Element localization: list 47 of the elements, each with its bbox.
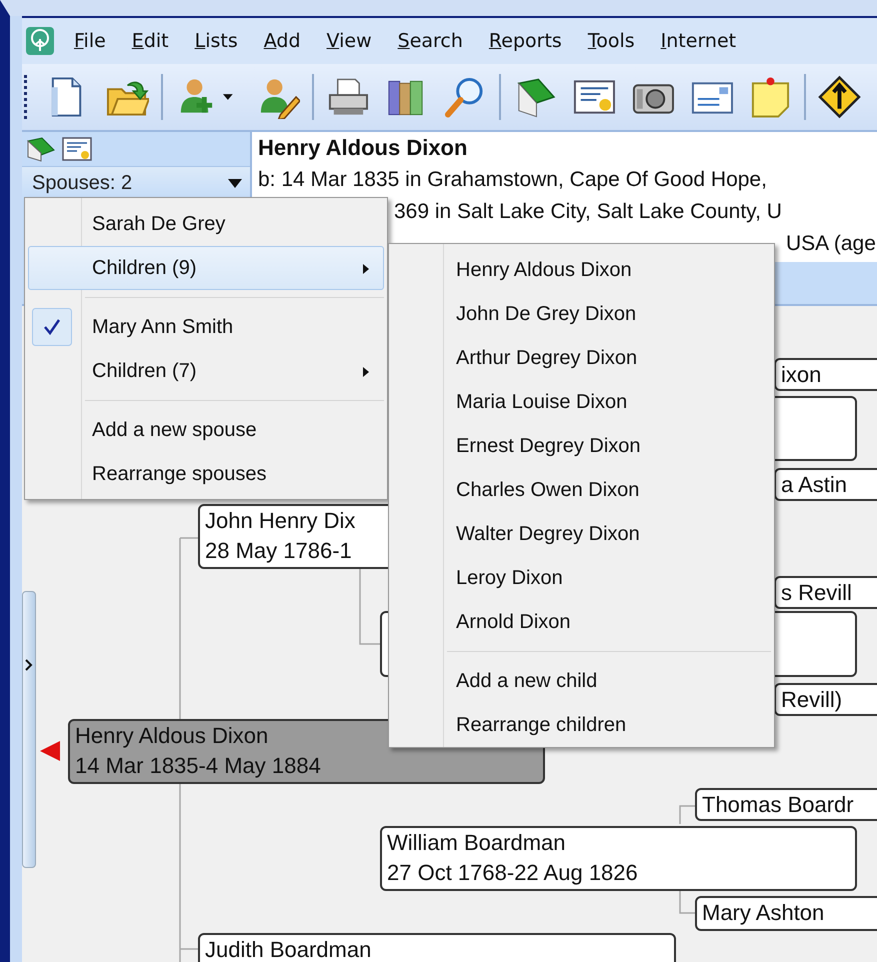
person-node[interactable]: s Revill <box>774 576 877 609</box>
menu-item[interactable]: Arthur Degrey Dixon <box>392 336 771 380</box>
connector-line <box>679 805 695 824</box>
person-node[interactable]: Revill) <box>774 683 877 716</box>
menu-item[interactable]: Henry Aldous Dixon <box>392 248 771 292</box>
menu-item[interactable]: Rearrange spouses <box>28 452 384 496</box>
chevron-right-icon[interactable] <box>25 658 33 670</box>
selected-marker-icon <box>40 741 60 761</box>
person-node[interactable]: Mary Ashton <box>695 896 877 931</box>
menu-item[interactable]: Tools <box>588 30 635 52</box>
person-name: Henry Aldous Dixon <box>258 134 468 162</box>
person-detail: b: 14 Mar 1835 in Grahamstown, Cape Of Good Hope, <box>258 167 767 193</box>
person-node[interactable]: ixon <box>774 358 877 391</box>
submenu-arrow-icon <box>363 367 369 377</box>
book-icon[interactable] <box>26 136 56 162</box>
connector-line <box>679 891 695 914</box>
person-detail: USA (age <box>786 231 876 257</box>
menu-item[interactable]: Lists <box>194 30 238 52</box>
menu-item[interactable]: Reports <box>488 30 562 52</box>
menu-item[interactable]: View <box>326 30 372 52</box>
menu-item[interactable]: Search <box>398 30 463 52</box>
certificate-icon[interactable] <box>62 136 92 162</box>
person-detail: 369 in Salt Lake City, Salt Lake County, U <box>394 199 782 225</box>
submenu-arrow-icon <box>363 264 369 274</box>
person-node[interactable]: a Astin <box>774 468 877 501</box>
menu-item[interactable]: Sarah De Grey <box>28 202 384 246</box>
menu-item[interactable]: Add a new child <box>392 659 771 703</box>
menu-item[interactable]: Add <box>264 30 301 52</box>
tree-logo-icon[interactable] <box>24 25 56 57</box>
menu-item[interactable]: Mary Ann Smith <box>28 305 384 349</box>
warning-sign-icon[interactable] <box>818 75 862 119</box>
person-node[interactable]: Judith Boardman <box>198 933 676 962</box>
menu-item[interactable]: Children (9) <box>28 246 384 290</box>
menu-item[interactable]: Edit <box>132 30 169 52</box>
splitter-handle[interactable] <box>22 591 36 868</box>
menu-item[interactable]: Ernest Degrey Dixon <box>392 424 771 468</box>
caret-icon[interactable] <box>222 93 234 101</box>
menu-item[interactable]: Internet <box>660 30 736 52</box>
menu-item[interactable]: Children (7) <box>28 349 384 393</box>
menu-item[interactable]: John De Grey Dixon <box>392 292 771 336</box>
dropdown-caret-icon <box>228 178 242 188</box>
person-node[interactable]: Thomas Boardr <box>695 788 877 821</box>
menu-item[interactable]: Maria Louise Dixon <box>392 380 771 424</box>
person-node[interactable]: William Boardman 27 Oct 1768-22 Aug 1826 <box>380 826 857 891</box>
menu-item[interactable]: File <box>74 30 106 52</box>
menu-item[interactable]: Arnold Dixon <box>392 600 771 644</box>
menu-item[interactable]: Add a new spouse <box>28 408 384 452</box>
